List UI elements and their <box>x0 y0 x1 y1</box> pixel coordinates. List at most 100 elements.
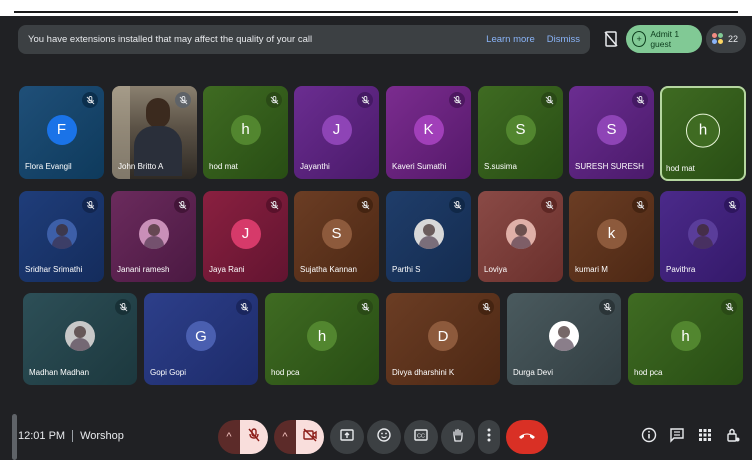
mic-off-icon <box>247 427 261 447</box>
participant-tile[interactable]: S Sujatha Kannan <box>294 191 379 282</box>
participant-name: hod mat <box>666 164 695 173</box>
info-icon <box>641 427 657 448</box>
present-screen-icon <box>340 428 354 447</box>
participant-name: Sujatha Kannan <box>300 265 357 274</box>
photo-silhouette-body <box>70 338 90 351</box>
participant-tile[interactable]: J Jayanthi <box>294 86 379 179</box>
admit-guest-button[interactable]: + Admit 1 guest <box>626 25 702 53</box>
participant-name: Kaveri Sumathi <box>392 162 447 171</box>
camera-off-icon <box>303 428 317 447</box>
participant-name: SURESH SURESH <box>575 162 644 171</box>
participant-tile[interactable]: h hod mat <box>203 86 288 179</box>
mic-off-icon <box>357 299 373 315</box>
browser-top-strip <box>0 0 752 16</box>
photo-silhouette <box>55 223 68 236</box>
participant-tile[interactable]: John Britto A <box>112 86 197 179</box>
participant-tile[interactable]: k kumari M <box>569 191 654 282</box>
chat-button[interactable] <box>668 427 686 446</box>
camera-toggle-button[interactable] <box>296 420 324 454</box>
photo-silhouette-body <box>418 235 439 249</box>
participant-tile[interactable]: Parthi S <box>386 191 471 282</box>
people-icon <box>712 33 724 45</box>
video-options-chevron[interactable]: ^ <box>274 420 296 454</box>
participant-tile[interactable]: Loviya <box>478 191 563 282</box>
photo-silhouette <box>147 223 160 236</box>
raise-hand-button[interactable] <box>441 420 475 454</box>
participant-tile[interactable]: Janani ramesh <box>111 191 196 282</box>
avatar-initial: k <box>596 218 627 249</box>
photo-silhouette <box>558 326 570 338</box>
mic-off-icon <box>541 197 557 213</box>
avatar-initial: F <box>46 114 77 145</box>
audio-options-chevron[interactable]: ^ <box>218 420 240 454</box>
mic-off-icon <box>115 299 131 315</box>
more-options-button[interactable] <box>478 420 500 454</box>
participant-tile[interactable]: h hod pca <box>628 293 743 385</box>
avatar-initial: S <box>596 114 627 145</box>
participant-name: Gopi Gopi <box>150 368 187 377</box>
mic-off-icon <box>266 197 282 213</box>
mic-off-icon <box>632 92 648 108</box>
admit-label: Admit 1 guest <box>650 29 680 49</box>
add-person-icon: + <box>632 31 647 47</box>
avatar-initial: h <box>670 321 701 351</box>
participant-tile[interactable]: Madhan Madhan <box>23 293 137 385</box>
participant-tile[interactable]: Sridhar Srimathi <box>19 191 104 282</box>
avatar-photo <box>505 218 536 249</box>
participants-button[interactable]: 22 <box>706 25 746 53</box>
separator <box>72 430 74 443</box>
participant-tile[interactable]: K Kaveri Sumathi <box>386 86 471 179</box>
mic-toggle-button[interactable] <box>240 420 268 454</box>
emoji-button[interactable] <box>367 420 401 454</box>
participant-name: Janani ramesh <box>117 265 170 274</box>
mic-off-icon <box>82 92 98 108</box>
photo-silhouette <box>697 223 709 236</box>
mic-off-icon <box>449 92 465 108</box>
person-head <box>146 98 170 128</box>
mic-off-icon <box>478 299 494 315</box>
leave-call-button[interactable] <box>506 420 548 454</box>
participant-tile[interactable]: G Gopi Gopi <box>144 293 258 385</box>
host-controls-button[interactable] <box>724 428 742 446</box>
participant-tile[interactable]: S S.susima <box>478 86 563 179</box>
mic-off-icon <box>82 197 98 213</box>
participant-tile[interactable]: h hod pca <box>265 293 379 385</box>
avatar-photo <box>688 218 718 249</box>
participant-name: kumari M <box>575 265 608 274</box>
participant-tile[interactable]: J Jaya Rani <box>203 191 288 282</box>
mic-off-icon <box>357 197 373 213</box>
participant-tile[interactable]: S SURESH SURESH <box>569 86 654 179</box>
participant-tile[interactable]: Durga Devi <box>507 293 621 385</box>
photo-silhouette <box>422 223 435 236</box>
mic-off-icon <box>449 197 465 213</box>
photo-silhouette-body <box>51 235 72 249</box>
resize-handle[interactable] <box>12 414 17 460</box>
participant-tile[interactable]: D Divya dharshini K <box>386 293 500 385</box>
learn-more-link[interactable]: Learn more <box>486 34 535 45</box>
avatar-initial: J <box>230 218 261 249</box>
avatar-photo <box>65 321 95 351</box>
participant-name: John Britto A <box>118 162 164 171</box>
extensions-warning-banner: You have extensions installed that may a… <box>18 25 590 54</box>
participant-tile[interactable]: F Flora Evangil <box>19 86 104 179</box>
captions-button[interactable]: CC <box>404 420 438 454</box>
participant-name: Pavithra <box>666 265 696 274</box>
participant-name: hod pca <box>271 368 300 377</box>
info-button[interactable] <box>640 427 658 448</box>
participant-tile[interactable]: Pavithra <box>660 191 746 282</box>
photo-silhouette-body <box>693 235 713 249</box>
mic-off-icon <box>236 299 252 315</box>
no-companion-icon[interactable] <box>600 27 622 51</box>
participant-name: hod mat <box>209 162 238 171</box>
mic-off-icon <box>357 92 373 108</box>
raise-hand-icon <box>451 428 465 447</box>
present-button[interactable] <box>330 420 364 454</box>
participant-tile[interactable]: h hod mat <box>660 86 746 181</box>
mic-off-icon <box>175 92 191 108</box>
clock-time: 12:01 PM <box>18 430 66 442</box>
activities-button[interactable] <box>696 428 714 446</box>
dismiss-button[interactable]: Dismiss <box>547 34 580 45</box>
avatar-initial: h <box>307 321 337 351</box>
more-options-icon <box>487 428 491 447</box>
svg-text:CC: CC <box>417 433 425 439</box>
